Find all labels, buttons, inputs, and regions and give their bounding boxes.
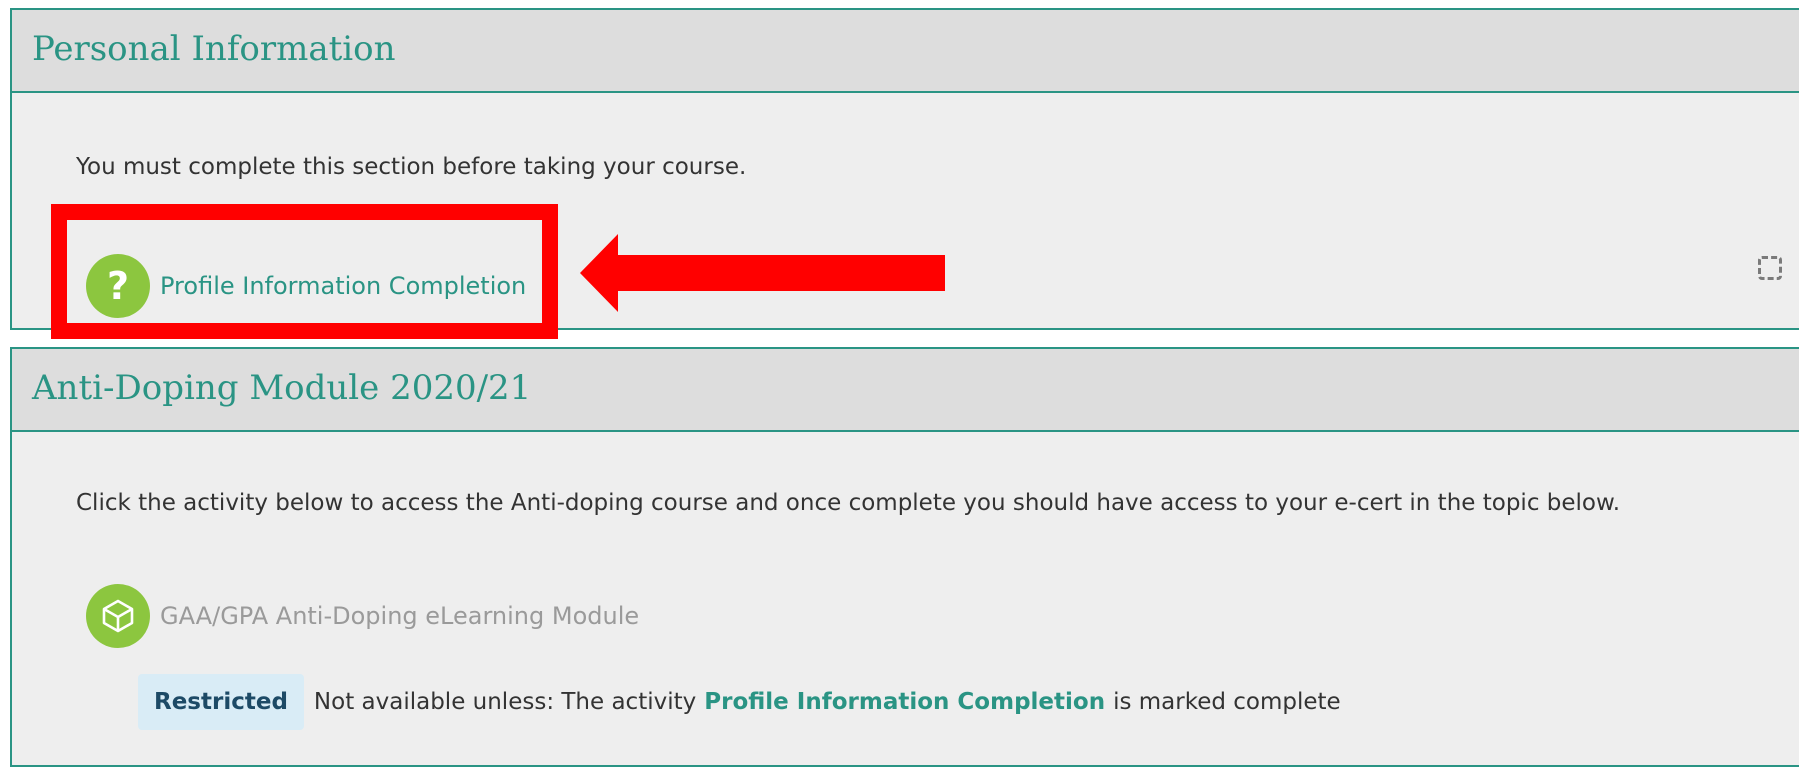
cube-icon — [86, 584, 150, 648]
activity-profile-information[interactable]: ? Profile Information Completion — [86, 254, 526, 318]
section-title: Personal Information — [32, 29, 396, 69]
restriction-prefix: Not available unless: The activity — [313, 689, 697, 715]
section-header: Anti-Doping Module 2020/21 — [12, 349, 1799, 432]
activity-link[interactable]: Profile Information Completion — [160, 272, 526, 300]
restriction-activity-link[interactable]: Profile Information Completion — [704, 689, 1105, 715]
section-header: Personal Information — [12, 10, 1799, 93]
section-summary: Click the activity below to access the A… — [76, 490, 1620, 516]
completion-checkbox-icon[interactable] — [1758, 256, 1782, 280]
restriction-suffix: is marked complete — [1113, 689, 1341, 715]
svg-text:?: ? — [107, 264, 129, 308]
activity-label: GAA/GPA Anti-Doping eLearning Module — [160, 602, 640, 630]
restriction-info: Restricted Not available unless: The act… — [138, 674, 1341, 730]
left-arrow — [580, 234, 945, 312]
section-title: Anti-Doping Module 2020/21 — [32, 368, 532, 408]
section-summary: You must complete this section before ta… — [76, 154, 747, 180]
activity-anti-doping-elearning: GAA/GPA Anti-Doping eLearning Module — [86, 584, 639, 648]
question-mark-icon: ? — [86, 254, 150, 318]
restricted-badge: Restricted — [138, 674, 304, 730]
